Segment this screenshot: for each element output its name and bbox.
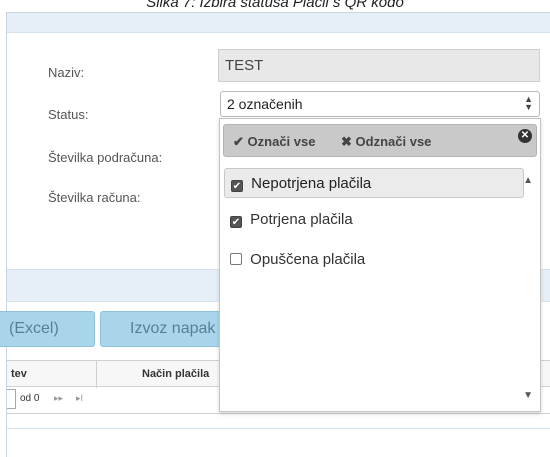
- status-select[interactable]: 2 označenih ▲ ▼: [220, 91, 540, 117]
- page-count: od 0: [20, 393, 40, 404]
- status-label: Status:: [48, 107, 89, 122]
- option-label: Nepotrjena plačila: [251, 175, 372, 192]
- cross-icon: ✖: [341, 134, 352, 149]
- checkbox-checked-icon[interactable]: ✔: [230, 216, 242, 228]
- checkbox-checked-icon[interactable]: ✔: [231, 180, 243, 192]
- column-divider: [96, 361, 97, 388]
- page-number-input[interactable]: [7, 389, 16, 409]
- option-confirmed[interactable]: ✔ Potrjena plačila: [224, 205, 524, 235]
- option-unconfirmed[interactable]: ✔ Nepotrjena plačila: [224, 168, 524, 198]
- name-label: Naziv:: [48, 65, 85, 80]
- column-header-payment-method[interactable]: Način plačila: [142, 368, 209, 380]
- dropdown-toolbar: ✔ Označi vse ✖ Odznači vse ✕: [223, 124, 537, 157]
- check-icon: ✔: [233, 134, 244, 149]
- scroll-up-icon[interactable]: ▲: [523, 175, 533, 186]
- last-page-icon[interactable]: ▸I: [76, 393, 83, 404]
- status-select-value: 2 označenih: [227, 96, 303, 112]
- close-icon[interactable]: ✕: [518, 129, 532, 143]
- next-page-icon[interactable]: ▸▸: [54, 393, 63, 404]
- invoice-number-label: Številka računa:: [48, 190, 141, 205]
- status-dropdown: ✔ Označi vse ✖ Odznači vse ✕ ✔ Nepotrjen…: [219, 118, 541, 412]
- bottom-divider: [7, 428, 550, 429]
- panel-header: [7, 13, 550, 33]
- select-all-button[interactable]: ✔ Označi vse: [233, 134, 315, 150]
- deselect-all-label: Odznači vse: [355, 134, 432, 149]
- checkbox-unchecked-icon[interactable]: [230, 253, 242, 265]
- deselect-all-button[interactable]: ✖ Odznači vse: [341, 134, 431, 150]
- select-all-label: Označi vse: [247, 134, 316, 149]
- account-number-label: Številka podračuna:: [48, 150, 163, 165]
- name-field[interactable]: TEST: [218, 49, 540, 82]
- column-header[interactable]: tev: [11, 368, 27, 380]
- export-excel-button[interactable]: (Excel): [0, 311, 95, 347]
- option-label: Opuščena plačila: [250, 251, 366, 268]
- option-abandoned[interactable]: Opuščena plačila: [224, 245, 524, 275]
- select-arrows-icon: ▲ ▼: [524, 94, 533, 112]
- scroll-down-icon[interactable]: ▼: [523, 390, 533, 401]
- option-label: Potrjena plačila: [250, 211, 353, 228]
